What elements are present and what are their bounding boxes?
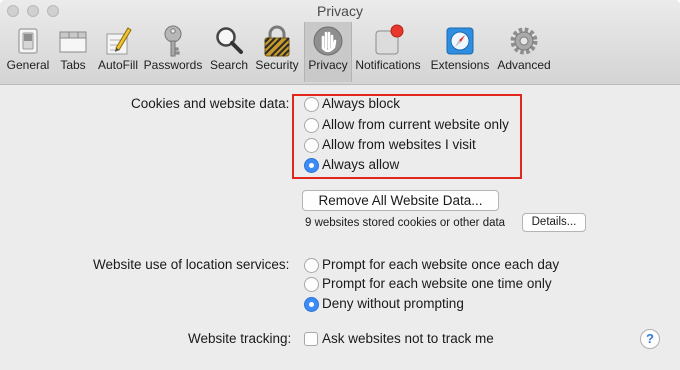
website-tracking-label: Website tracking:	[188, 331, 292, 346]
location-deny-radio[interactable]	[304, 297, 319, 312]
toolbar-privacy-label: Privacy	[308, 58, 348, 72]
do-not-track-checkbox[interactable]	[304, 332, 318, 346]
toolbar-general-label: General	[6, 58, 50, 72]
toolbar-security[interactable]: Security	[253, 22, 301, 82]
cookies-always-allow-label[interactable]: Always allow	[322, 157, 399, 172]
toolbar-notifications[interactable]: Notifications	[353, 22, 423, 82]
general-switch-icon	[18, 28, 38, 54]
cookies-always-allow-radio[interactable]	[304, 158, 319, 173]
autofill-pencil-icon	[106, 27, 132, 55]
tabs-icon	[59, 31, 87, 53]
cookies-always-block-label[interactable]: Always block	[322, 96, 400, 111]
location-services-label: Website use of location services:	[93, 257, 290, 272]
remove-all-website-data-button[interactable]: Remove All Website Data...	[302, 190, 499, 211]
location-prompt-daily-radio[interactable]	[304, 258, 319, 273]
gear-icon	[510, 27, 538, 55]
toolbar-advanced[interactable]: Advanced	[495, 22, 553, 82]
notifications-icon	[375, 24, 404, 55]
cookies-websites-visited-label[interactable]: Allow from websites I visit	[322, 137, 476, 152]
help-button[interactable]: ?	[640, 329, 660, 349]
toolbar-autofill-label: AutoFill	[97, 58, 138, 72]
location-prompt-once-radio[interactable]	[304, 277, 319, 292]
title-toolbar-bar: Privacy General Tabs AutoFill Passwords …	[0, 0, 680, 85]
toolbar-extensions-label: Extensions	[430, 58, 490, 72]
toolbar-notifications-label: Notifications	[355, 58, 421, 72]
toolbar-extensions[interactable]: Extensions	[427, 22, 493, 82]
compass-icon	[446, 27, 474, 55]
hand-icon	[313, 26, 343, 56]
location-prompt-once-label[interactable]: Prompt for each website one time only	[322, 276, 552, 291]
toolbar-general[interactable]: General	[4, 22, 52, 82]
stored-cookies-info: 9 websites stored cookies or other data	[305, 217, 506, 229]
toolbar-autofill[interactable]: AutoFill	[94, 22, 142, 82]
location-prompt-daily-label[interactable]: Prompt for each website once each day	[322, 257, 559, 272]
toolbar-tabs[interactable]: Tabs	[54, 22, 92, 82]
do-not-track-label[interactable]: Ask websites not to track me	[322, 331, 494, 346]
toolbar-search-label: Search	[209, 58, 249, 72]
cookies-always-block-radio[interactable]	[304, 97, 319, 112]
key-icon	[164, 25, 182, 57]
toolbar-security-label: Security	[255, 58, 299, 72]
cookies-current-website-radio[interactable]	[304, 118, 319, 133]
cookies-websites-visited-radio[interactable]	[304, 138, 319, 153]
toolbar-search[interactable]: Search	[206, 22, 252, 82]
location-deny-label[interactable]: Deny without prompting	[322, 296, 464, 311]
toolbar-passwords[interactable]: Passwords	[143, 22, 203, 82]
preferences-window: Privacy General Tabs AutoFill Passwords …	[0, 0, 680, 370]
magnifier-icon	[216, 27, 243, 54]
toolbar-advanced-label: Advanced	[497, 58, 551, 72]
cookies-current-website-label[interactable]: Allow from current website only	[322, 117, 509, 132]
padlock-icon	[264, 25, 290, 57]
toolbar-tabs-label: Tabs	[60, 58, 86, 72]
cookies-label: Cookies and website data:	[131, 96, 290, 111]
window-title: Privacy	[317, 3, 363, 19]
toolbar-passwords-label: Passwords	[143, 58, 203, 72]
cookies-details-button[interactable]: Details...	[522, 213, 586, 232]
toolbar-privacy[interactable]: Privacy	[304, 22, 352, 82]
